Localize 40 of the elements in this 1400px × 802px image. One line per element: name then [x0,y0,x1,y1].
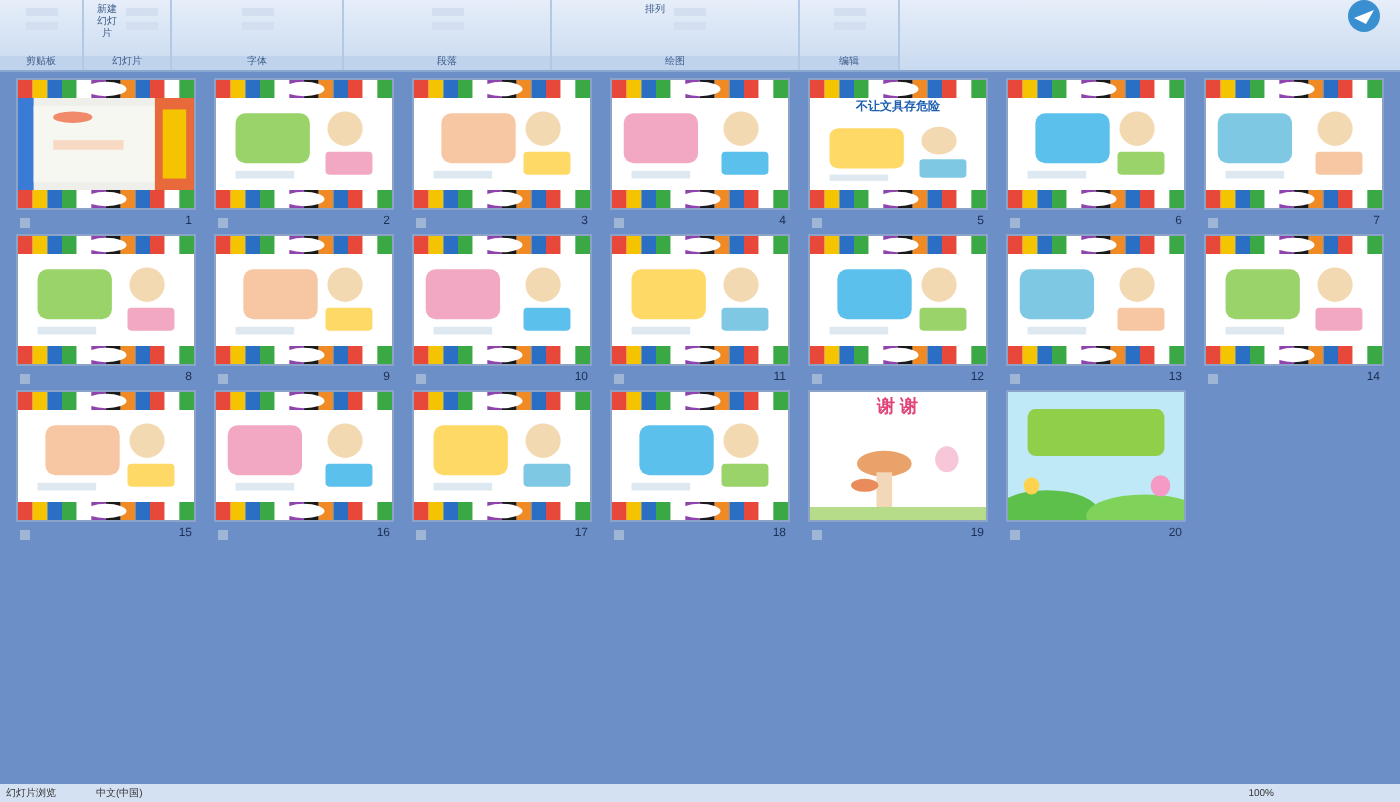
transition-icon [1208,217,1218,227]
transition-icon [614,217,624,227]
transition-icon [1010,529,1020,539]
slide-title: 谢 谢 [877,396,919,416]
slide-thumbnail[interactable] [1006,78,1186,210]
slide-thumbnail[interactable] [412,390,592,522]
transition-icon [20,529,30,539]
slide-thumbnail[interactable] [16,234,196,366]
transition-icon [20,373,30,383]
transition-icon [614,373,624,383]
slide-thumbnail[interactable]: 谢 谢 [808,390,988,522]
transition-icon [218,373,228,383]
slide-thumbnail[interactable] [610,234,790,366]
transition-icon [614,529,624,539]
slide-thumbnail[interactable] [610,390,790,522]
slide-thumbnail[interactable] [16,78,196,210]
transition-icon [416,217,426,227]
slide-thumbnail[interactable] [214,234,394,366]
transition-icon [812,373,822,383]
transition-icon [218,529,228,539]
slide-thumbnail[interactable] [412,78,592,210]
transition-icon [812,529,822,539]
transition-icon [1208,373,1218,383]
slide-thumbnail[interactable] [1204,234,1384,366]
transition-icon [416,373,426,383]
slide-thumbnail[interactable] [214,390,394,522]
transition-icon [812,217,822,227]
slide-thumbnail[interactable] [808,234,988,366]
slide-thumbnail[interactable] [16,390,196,522]
bird-logo-icon [1348,0,1380,32]
transition-icon [416,529,426,539]
transition-icon [1010,217,1020,227]
slide-thumbnail[interactable] [610,78,790,210]
slide-thumbnail[interactable] [412,234,592,366]
slide-thumbnail[interactable] [1006,234,1186,366]
slide-thumbnail[interactable] [1204,78,1384,210]
transition-icon [20,217,30,227]
transition-icon [1010,373,1020,383]
slide-thumbnail[interactable] [214,78,394,210]
transition-icon [218,217,228,227]
